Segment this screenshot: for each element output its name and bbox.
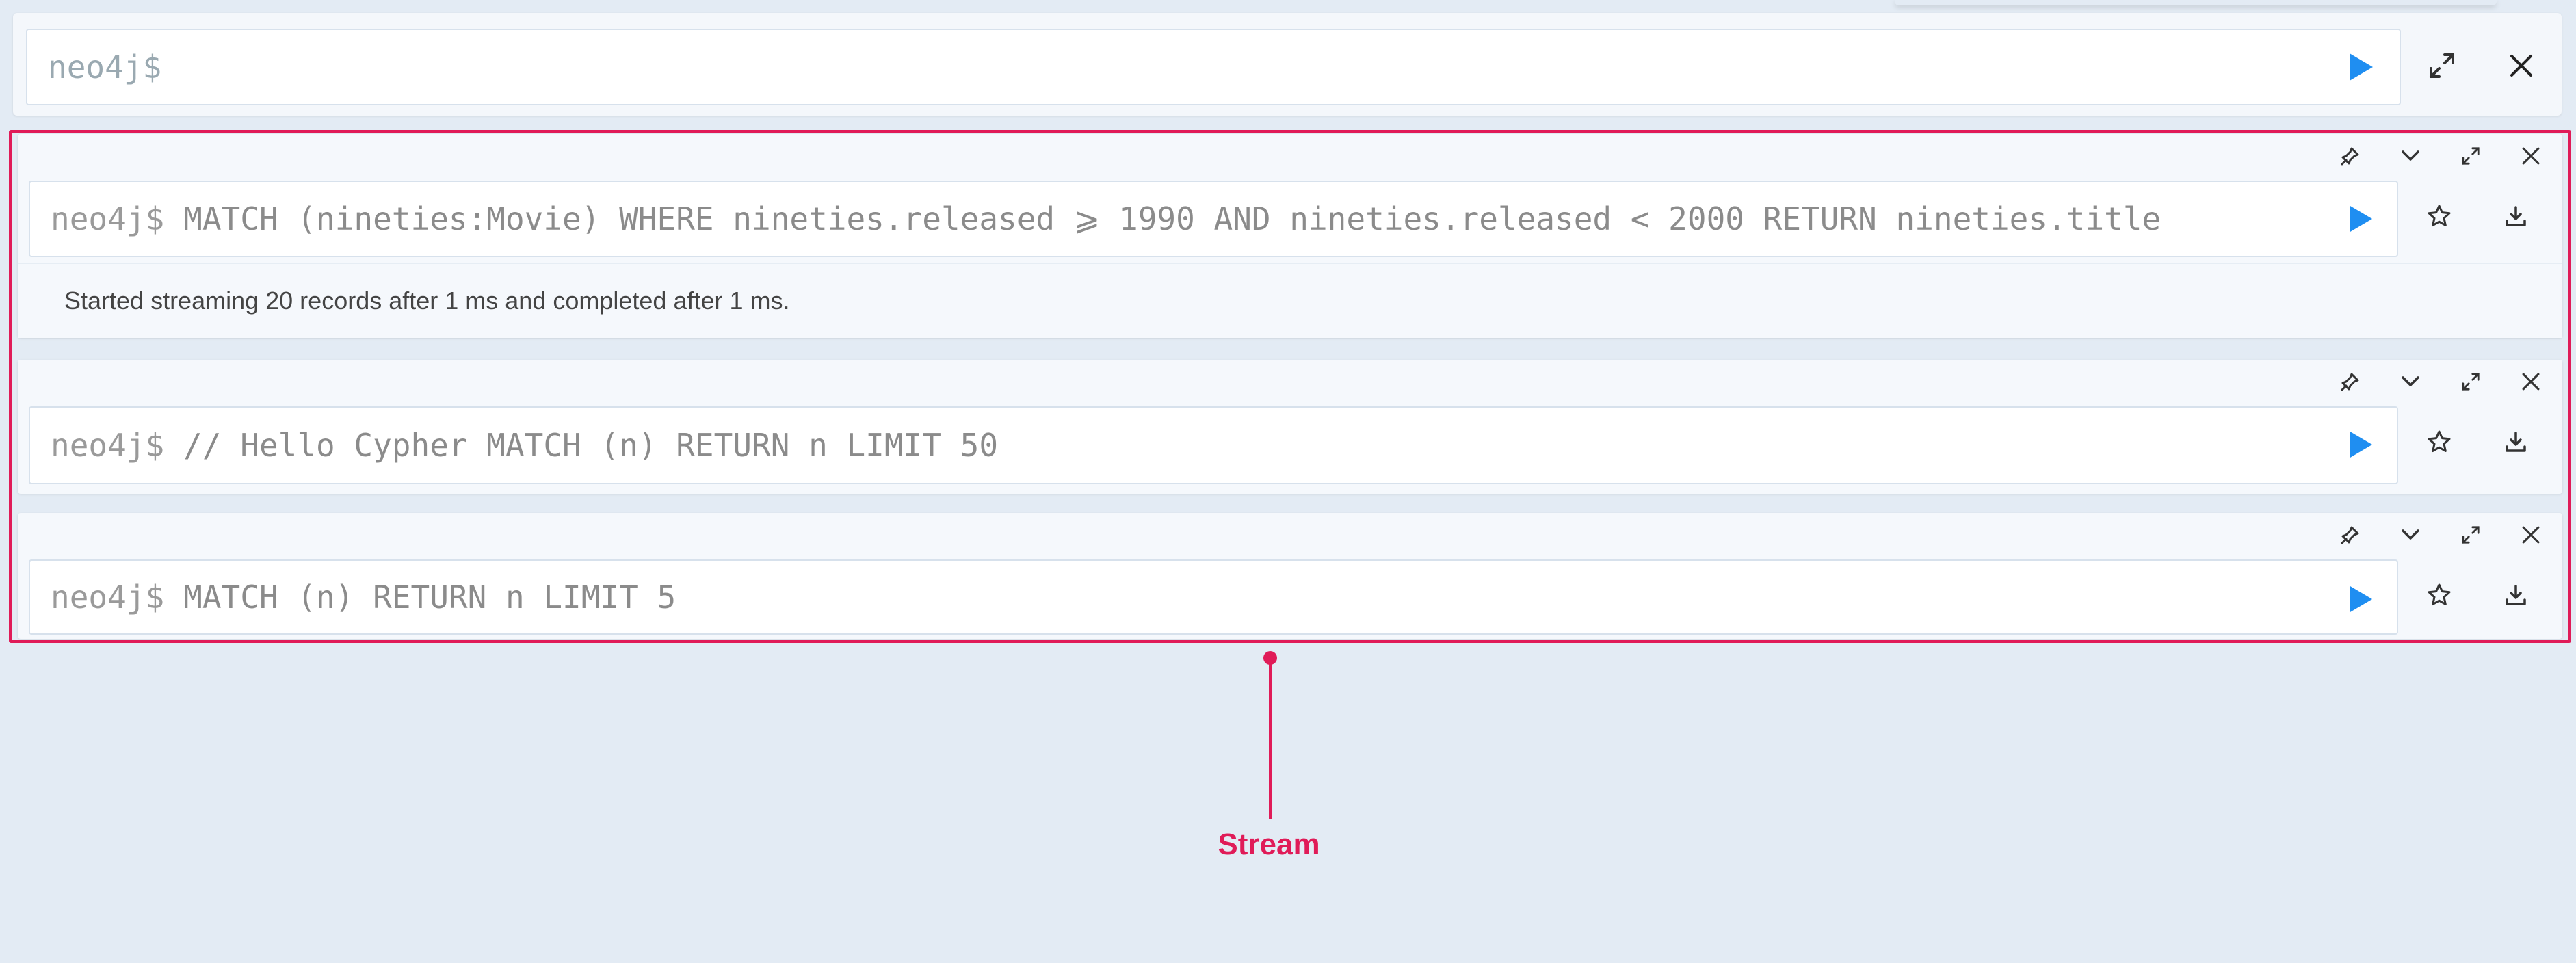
pin-icon — [2341, 147, 2359, 166]
frame-2-collapse-button[interactable] — [2394, 367, 2427, 397]
expand-icon — [2462, 147, 2480, 165]
editor-fullscreen-button[interactable] — [2421, 45, 2462, 86]
frame-3-collapse-button[interactable] — [2394, 520, 2427, 550]
frame-1-query: MATCH (nineties:Movie) WHERE nineties.re… — [183, 200, 2161, 237]
expand-icon — [2462, 373, 2480, 391]
frame-3-query: MATCH (n) RETURN n LIMIT 5 — [183, 579, 676, 616]
close-icon — [2522, 526, 2540, 544]
pin-icon — [2341, 526, 2359, 544]
editor-close-button[interactable] — [2501, 45, 2542, 86]
frame-3-export-button[interactable] — [2498, 577, 2534, 613]
frame-2-favorite-button[interactable] — [2421, 424, 2457, 460]
close-icon — [2510, 55, 2532, 77]
frame-3-run-button[interactable] — [2343, 580, 2379, 618]
editor-run-button[interactable] — [2342, 48, 2380, 86]
frame-1-favorite-button[interactable] — [2421, 198, 2457, 234]
frame-3-prompt: neo4j$ — [51, 579, 165, 616]
frame-2-pin-button[interactable] — [2334, 367, 2367, 397]
frame-1-pin-button[interactable] — [2334, 141, 2367, 171]
frame-1-status-text: Started streaming 20 records after 1 ms … — [64, 287, 790, 315]
star-icon — [2428, 583, 2451, 605]
frame-2-query: // Hello Cypher MATCH (n) RETURN n LIMIT… — [183, 427, 999, 464]
download-icon — [2506, 585, 2526, 605]
frame-2-close-button[interactable] — [2514, 367, 2547, 397]
frame-1-prompt: neo4j$ — [51, 200, 165, 237]
play-icon — [2350, 53, 2373, 81]
expand-icon — [2462, 526, 2480, 544]
frame-3-query-input[interactable]: neo4j$ MATCH (n) RETURN n LIMIT 5 — [29, 559, 2398, 635]
frame-1-export-button[interactable] — [2498, 198, 2534, 234]
play-icon — [2350, 206, 2373, 232]
frame-2-fullscreen-button[interactable] — [2454, 367, 2487, 397]
frame-2-prompt: neo4j$ — [51, 427, 165, 464]
editor-prompt: neo4j$ — [48, 49, 162, 85]
star-icon — [2428, 205, 2451, 226]
frame-2-query-input[interactable]: neo4j$ // Hello Cypher MATCH (n) RETURN … — [29, 406, 2398, 484]
frame-2-run-button[interactable] — [2343, 425, 2379, 464]
close-icon — [2522, 373, 2540, 391]
frame-3-close-button[interactable] — [2514, 520, 2547, 550]
frame-2-export-button[interactable] — [2498, 424, 2534, 460]
expand-icon — [2430, 53, 2454, 78]
download-icon — [2506, 206, 2526, 226]
frame-3-fullscreen-button[interactable] — [2454, 520, 2487, 550]
play-icon — [2350, 432, 2373, 458]
frame-3-favorite-button[interactable] — [2421, 577, 2457, 613]
pin-icon — [2341, 373, 2359, 391]
top-overlay-shadow — [1895, 0, 2497, 5]
frame-1-close-button[interactable] — [2514, 141, 2547, 171]
star-icon — [2428, 430, 2451, 452]
stream-label: Stream — [1218, 828, 1320, 861]
frame-1-run-button[interactable] — [2343, 200, 2379, 238]
editor-input[interactable]: neo4j$ — [26, 29, 2401, 105]
collapse-chevron-icon — [2402, 376, 2419, 386]
frame-1-status: Started streaming 20 records after 1 ms … — [18, 263, 2562, 338]
frame-1-query-input[interactable]: neo4j$ MATCH (nineties:Movie) WHERE nine… — [29, 181, 2398, 257]
callout-line — [1269, 658, 1272, 819]
frame-1-collapse-button[interactable] — [2394, 141, 2427, 171]
frame-1-fullscreen-button[interactable] — [2454, 141, 2487, 171]
close-icon — [2522, 147, 2540, 165]
frame-3-pin-button[interactable] — [2334, 520, 2367, 550]
collapse-chevron-icon — [2402, 529, 2419, 540]
play-icon — [2350, 586, 2373, 612]
collapse-chevron-icon — [2402, 150, 2419, 161]
download-icon — [2506, 432, 2526, 452]
